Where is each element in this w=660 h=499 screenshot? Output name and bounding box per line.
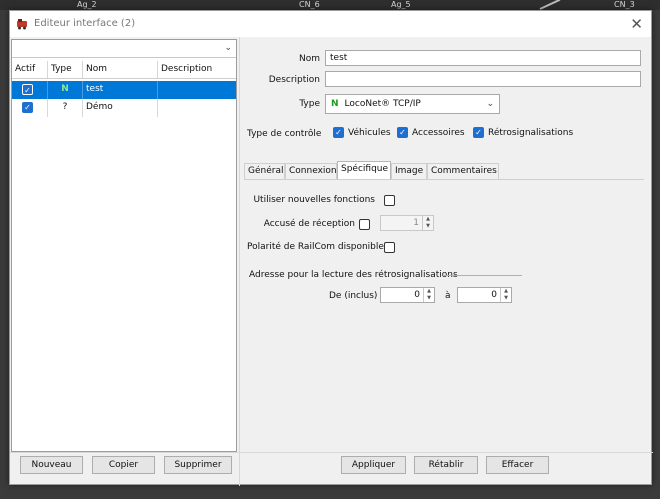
column-header-active[interactable]: Actif <box>12 61 48 78</box>
canvas-strip <box>0 0 660 10</box>
ack-value: 1 <box>413 218 419 228</box>
control-vehicles[interactable]: ✓ Véhicules <box>333 127 391 138</box>
ack-spinner: 1 ▲ ▼ <box>380 215 434 231</box>
type-cell: N <box>48 81 83 99</box>
to-value: 0 <box>491 290 497 300</box>
control-accessories[interactable]: ✓ Accessoires <box>397 127 465 138</box>
from-value: 0 <box>414 290 420 300</box>
canvas-label: Ag_2 <box>77 0 97 9</box>
to-address-spinner[interactable]: 0 ▲ ▼ <box>457 287 512 303</box>
column-header-description[interactable]: Description <box>158 61 236 78</box>
copy-button[interactable]: Copier <box>92 456 155 474</box>
panel-divider <box>239 37 240 486</box>
railcom-label: Polarité de RailCom disponible <box>247 242 384 252</box>
accessories-checkbox[interactable]: ✓ <box>397 127 408 138</box>
clear-button[interactable]: Effacer <box>486 456 549 474</box>
spinner-arrows-icon[interactable]: ▲ ▼ <box>500 288 511 302</box>
footer-divider <box>10 452 653 453</box>
feedback-label: Rétrosignalisations <box>488 127 574 138</box>
locomotive-icon <box>17 19 27 30</box>
type-cell: ? <box>48 99 83 117</box>
interface-list-panel: ⌄ Actif Type Nom Description ✓ N test ✓ … <box>11 39 237 452</box>
name-input[interactable]: test <box>325 50 641 66</box>
from-label: De (inclus) <box>329 291 378 301</box>
grid-header: Actif Type Nom Description <box>12 61 236 79</box>
name-label: Nom <box>298 54 320 64</box>
canvas-label: CN_6 <box>299 0 320 9</box>
description-input[interactable] <box>325 71 641 87</box>
control-type-label: Type de contrôle <box>247 129 322 139</box>
ack-label: Accusé de réception <box>263 219 355 229</box>
active-checkbox[interactable]: ✓ <box>22 102 33 113</box>
tab-specifique[interactable]: Spécifique <box>337 161 391 179</box>
new-button[interactable]: Nouveau <box>20 456 83 474</box>
chevron-down-icon: ⌄ <box>224 43 232 53</box>
name-cell: test <box>83 81 158 99</box>
restore-button[interactable]: Rétablir <box>414 456 478 474</box>
feedback-checkbox[interactable]: ✓ <box>473 127 484 138</box>
tab-image[interactable]: Image <box>391 163 427 179</box>
delete-button[interactable]: Supprimer <box>164 456 232 474</box>
type-value: LocoNet® TCP/IP <box>344 99 421 109</box>
name-cell: Démo <box>83 99 158 117</box>
spinner-arrows-icon[interactable]: ▲ ▼ <box>423 288 434 302</box>
description-cell <box>158 81 236 99</box>
ack-checkbox[interactable] <box>359 219 370 230</box>
canvas-label: Ag_5 <box>391 0 411 9</box>
apply-button[interactable]: Appliquer <box>341 456 406 474</box>
vehicles-label: Véhicules <box>348 127 391 138</box>
tab-connexion[interactable]: Connexion <box>285 163 337 179</box>
tab-general[interactable]: Général <box>244 163 285 179</box>
type-dropdown[interactable]: N LocoNet® TCP/IP ⌄ <box>325 94 500 114</box>
table-row[interactable]: ✓ ? Démo <box>12 99 236 117</box>
from-address-spinner[interactable]: 0 ▲ ▼ <box>380 287 435 303</box>
to-label: à <box>445 291 451 301</box>
control-feedback[interactable]: ✓ Rétrosignalisations <box>473 127 573 138</box>
new-functions-checkbox[interactable] <box>384 195 395 206</box>
feedback-group-title: Adresse pour la lecture des rétrosignali… <box>249 270 458 280</box>
railcom-checkbox[interactable] <box>384 242 395 253</box>
active-checkbox[interactable]: ✓ <box>22 84 33 95</box>
window-title: Editeur interface (2) <box>34 18 136 29</box>
description-label: Description <box>268 75 320 85</box>
tab-commentaires[interactable]: Commentaires <box>427 163 499 179</box>
vehicles-checkbox[interactable]: ✓ <box>333 127 344 138</box>
group-divider <box>443 275 522 276</box>
accessories-label: Accessoires <box>412 127 465 138</box>
interface-editor-window: Editeur interface (2) ✕ ⌄ Actif Type Nom… <box>9 10 653 486</box>
table-row[interactable]: ✓ N test <box>12 81 236 99</box>
filter-dropdown[interactable]: ⌄ <box>12 40 236 58</box>
new-functions-label: Utiliser nouvelles fonctions <box>253 195 375 205</box>
type-label: Type <box>299 99 320 109</box>
spinner-arrows-icon: ▲ ▼ <box>422 216 433 230</box>
loconet-badge-icon: N <box>331 99 339 109</box>
column-header-type[interactable]: Type <box>48 61 83 78</box>
chevron-down-icon: ⌄ <box>486 99 494 109</box>
canvas-label: CN_3 <box>614 0 635 9</box>
title-bar: Editeur interface (2) ✕ <box>10 11 651 37</box>
close-icon[interactable]: ✕ <box>630 15 643 33</box>
description-cell <box>158 99 236 117</box>
column-header-name[interactable]: Nom <box>83 61 158 78</box>
